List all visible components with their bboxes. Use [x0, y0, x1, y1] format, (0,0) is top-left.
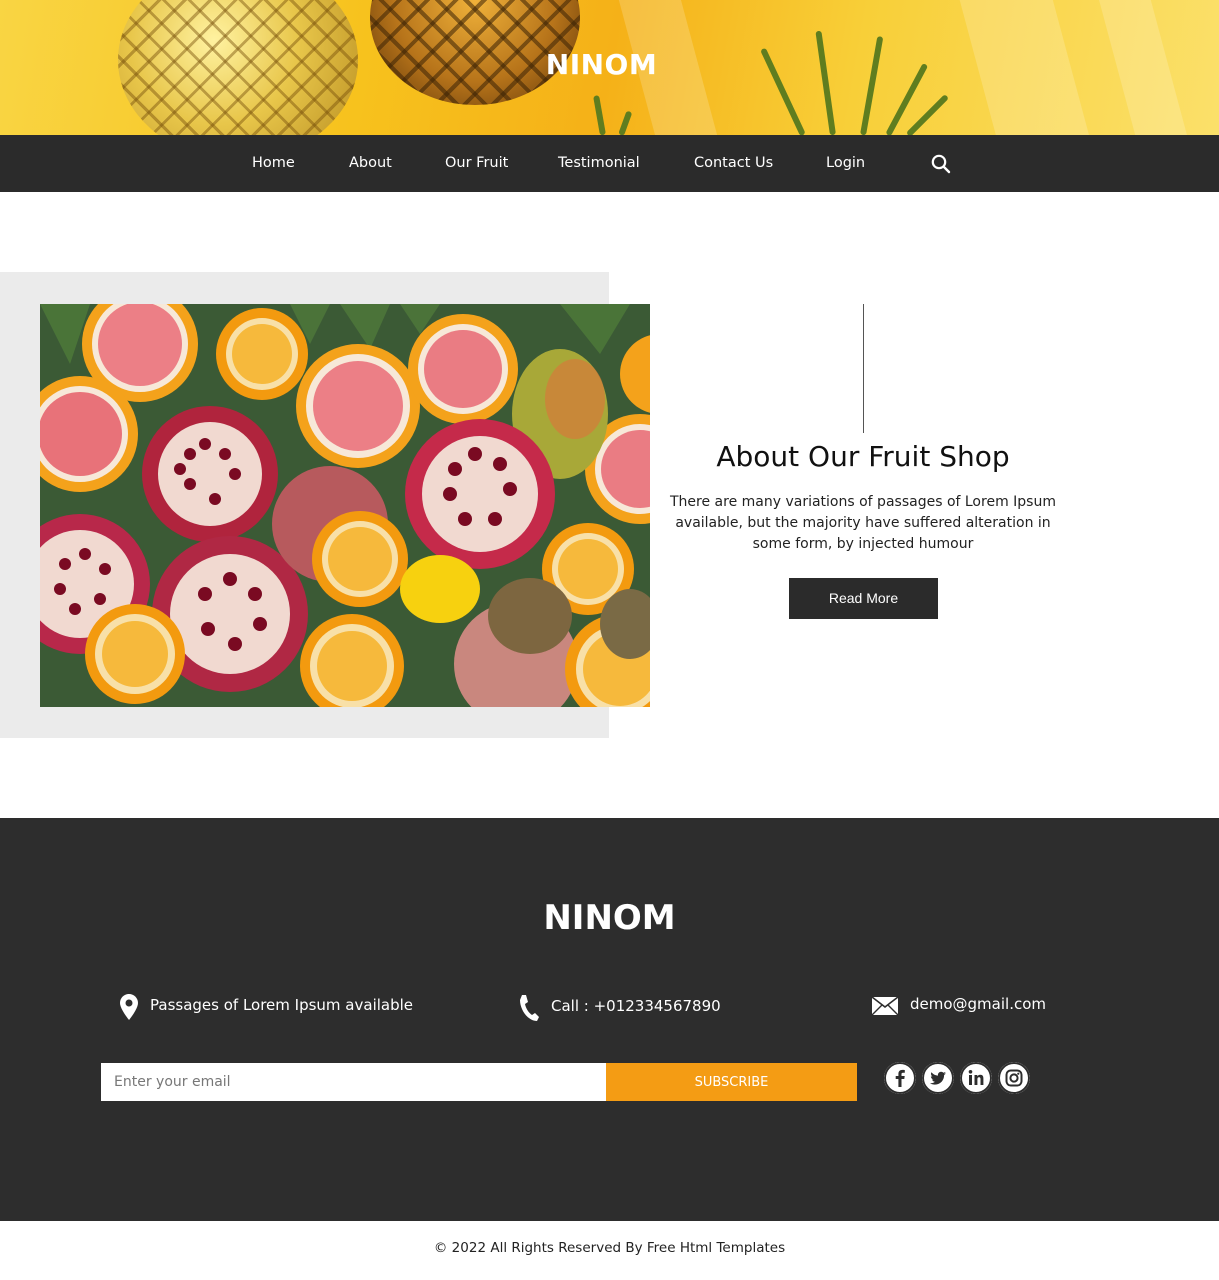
mail-icon — [871, 996, 899, 1016]
copyright-text: © 2022 All Rights Reserved By Free Html … — [433, 1240, 786, 1256]
footer-address: Passages of Lorem Ipsum available — [150, 996, 414, 1014]
nav-contact-us[interactable]: Contact Us — [694, 135, 773, 192]
location-pin-icon — [120, 994, 138, 1020]
footer-email[interactable]: demo@gmail.com — [910, 995, 1046, 1013]
site-logo[interactable]: NINOM — [0, 48, 1203, 81]
instagram-icon[interactable] — [998, 1062, 1030, 1094]
nav-our-fruit[interactable]: Our Fruit — [445, 135, 508, 192]
linkedin-icon[interactable] — [960, 1062, 992, 1094]
search-icon[interactable] — [930, 153, 952, 175]
footer: NINOM Passages of Lorem Ipsum available … — [0, 818, 1219, 1221]
about-title: About Our Fruit Shop — [716, 440, 1010, 473]
copyright-bar: © 2022 All Rights Reserved By Free Html … — [0, 1221, 1219, 1280]
read-more-button[interactable]: Read More — [789, 578, 938, 619]
subscribe-button[interactable]: SUBSCRIBE — [606, 1063, 857, 1101]
nav-login[interactable]: Login — [826, 135, 865, 192]
header-banner: NINOM — [0, 0, 1219, 135]
footer-logo[interactable]: NINOM — [0, 898, 1219, 938]
about-description: There are many variations of passages of… — [670, 494, 1056, 552]
facebook-icon[interactable] — [884, 1062, 916, 1094]
nav-testimonial[interactable]: Testimonial — [558, 135, 640, 192]
nav-about[interactable]: About — [349, 135, 392, 192]
nav-home[interactable]: Home — [252, 135, 295, 192]
divider-line — [863, 304, 864, 433]
phone-icon — [520, 995, 539, 1021]
main-nav: Home About Our Fruit Testimonial Contact… — [0, 135, 1219, 192]
twitter-icon[interactable] — [922, 1062, 954, 1094]
footer-phone[interactable]: Call : +012334567890 — [551, 997, 721, 1015]
subscribe-email-input[interactable] — [101, 1063, 606, 1101]
fruit-image — [40, 304, 650, 707]
